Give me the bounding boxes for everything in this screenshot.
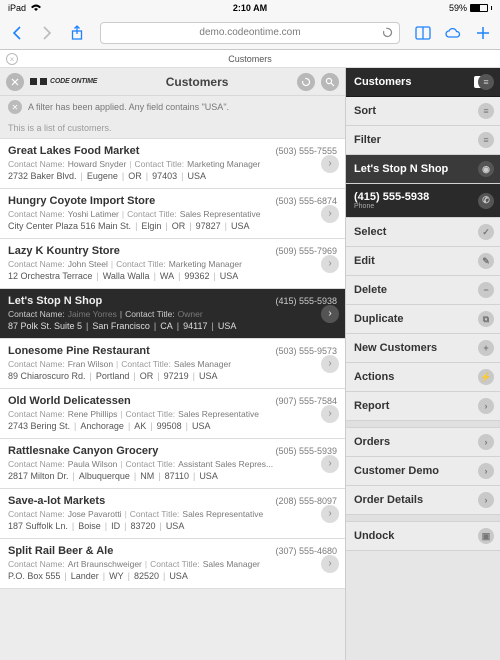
menu-button[interactable] (6, 73, 24, 91)
panel-row[interactable]: Filter≡ (346, 126, 500, 155)
side-panel: Customers13≡Sort≡Filter≡Let's Stop N Sho… (345, 68, 500, 660)
app-logo: CODE ONTIME (30, 78, 97, 85)
chevron-right-icon[interactable]: › (321, 455, 339, 473)
page-title-bar: × Customers (0, 50, 500, 68)
customer-list: Great Lakes Food Market(503) 555-7555 Co… (0, 139, 345, 660)
back-button[interactable] (6, 22, 28, 44)
chevron-right-icon[interactable]: › (321, 205, 339, 223)
chevron-icon: › (478, 398, 494, 414)
menu-icon: ≡ (478, 132, 494, 148)
customer-item[interactable]: Rattlesnake Canyon Grocery(505) 555-5939… (0, 439, 345, 489)
refresh-button[interactable] (297, 73, 315, 91)
view-title: Customers (103, 75, 291, 89)
reload-icon[interactable] (382, 27, 393, 38)
main-panel: CODE ONTIME Customers ✕ A filter has bee… (0, 68, 345, 660)
panel-row[interactable]: New Customers+ (346, 334, 500, 363)
panel-row[interactable]: Order Details› (346, 486, 500, 515)
customer-item[interactable]: Lonesome Pine Restaurant(503) 555-9573 C… (0, 339, 345, 389)
chevron-icon: › (478, 463, 494, 479)
panel-row[interactable]: Actions⚡ (346, 363, 500, 392)
duplicate-icon: ⧉ (478, 311, 494, 327)
bookmarks-button[interactable] (412, 22, 434, 44)
panel-row[interactable]: Delete− (346, 276, 500, 305)
chevron-right-icon[interactable]: › (321, 305, 339, 323)
phone-icon: ✆ (478, 193, 494, 209)
customer-item[interactable]: Split Rail Beer & Ale(307) 555-4680 Cont… (0, 539, 345, 589)
panel-row[interactable]: Customer Demo› (346, 457, 500, 486)
menu-icon: ≡ (478, 103, 494, 119)
browser-toolbar: demo.codeontime.com (0, 16, 500, 50)
panel-row[interactable]: Select✓ (346, 218, 500, 247)
chevron-right-icon[interactable]: › (321, 355, 339, 373)
panel-phone-row[interactable]: (415) 555-5938Phone✆ (346, 184, 500, 218)
panel-row[interactable]: Duplicate⧉ (346, 305, 500, 334)
customer-item[interactable]: Great Lakes Food Market(503) 555-7555 Co… (0, 139, 345, 189)
share-button[interactable] (66, 22, 88, 44)
search-button[interactable] (321, 73, 339, 91)
status-bar: iPad 2:10 AM 59% (0, 0, 500, 16)
panel-row[interactable]: Customers13≡ (346, 68, 500, 97)
clear-filter-icon[interactable]: ✕ (8, 100, 22, 114)
chevron-icon: › (478, 492, 494, 508)
panel-row[interactable]: Orders› (346, 428, 500, 457)
filter-bar: ✕ A filter has been applied. Any field c… (0, 96, 345, 118)
customer-item[interactable]: Lazy K Kountry Store(509) 555-7969 Conta… (0, 239, 345, 289)
menu-icon: ≡ (478, 74, 494, 90)
eye-icon: ◉ (478, 161, 494, 177)
customer-item[interactable]: Let's Stop N Shop(415) 555-5938 Contact … (0, 289, 345, 339)
list-hint: This is a list of customers. (0, 118, 345, 139)
new-tab-button[interactable] (472, 22, 494, 44)
customer-item[interactable]: Save-a-lot Markets(208) 555-8097 Contact… (0, 489, 345, 539)
chevron-right-icon[interactable]: › (321, 555, 339, 573)
chevron-right-icon[interactable]: › (321, 155, 339, 173)
panel-row[interactable]: Report› (346, 392, 500, 421)
dock-icon: ▣ (478, 528, 494, 544)
customer-item[interactable]: Hungry Coyote Import Store(503) 555-6874… (0, 189, 345, 239)
check-icon: ✓ (478, 224, 494, 240)
panel-row[interactable]: Sort≡ (346, 97, 500, 126)
forward-button[interactable] (36, 22, 58, 44)
plus-icon: + (478, 340, 494, 356)
flash-icon: ⚡ (478, 369, 494, 385)
clock: 2:10 AM (0, 3, 500, 13)
panel-selected-header[interactable]: Let's Stop N Shop◉ (346, 155, 500, 184)
chevron-icon: › (478, 434, 494, 450)
edit-icon: ✎ (478, 253, 494, 269)
cloud-button[interactable] (442, 22, 464, 44)
panel-row[interactable]: Edit✎ (346, 247, 500, 276)
url-bar[interactable]: demo.codeontime.com (100, 22, 400, 44)
chevron-right-icon[interactable]: › (321, 405, 339, 423)
panel-row[interactable]: Undock▣ (346, 522, 500, 551)
close-icon[interactable]: × (6, 53, 18, 65)
chevron-right-icon[interactable]: › (321, 505, 339, 523)
customer-item[interactable]: Old World Delicatessen(907) 555-7584 Con… (0, 389, 345, 439)
chevron-right-icon[interactable]: › (321, 255, 339, 273)
main-header: CODE ONTIME Customers (0, 68, 345, 96)
delete-icon: − (478, 282, 494, 298)
